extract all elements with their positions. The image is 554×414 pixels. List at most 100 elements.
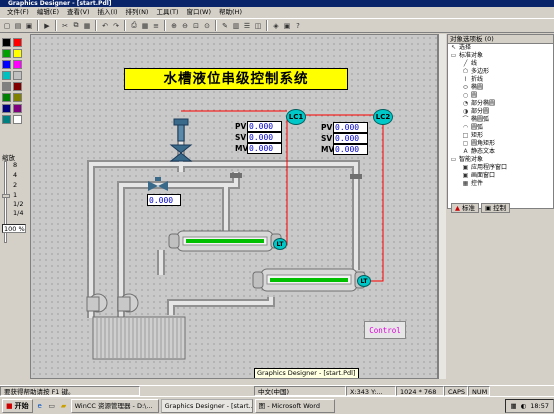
color-swatch[interactable] <box>13 93 22 102</box>
tree-item[interactable]: ▣ 画面窗口 <box>448 172 553 180</box>
screen-icon[interactable]: ▣ <box>282 21 292 31</box>
color-swatch[interactable] <box>13 82 22 91</box>
undo-icon[interactable]: ↶ <box>100 21 110 31</box>
pump-left <box>86 293 108 313</box>
grid-icon[interactable]: ▦ <box>140 21 150 31</box>
tree-item[interactable]: ▢ 圆角矩形 <box>448 140 553 148</box>
menu-arrange[interactable]: 排列(N) <box>122 7 153 18</box>
start-button[interactable]: ■ 开始 <box>2 398 33 413</box>
quicklaunch-desktop-icon[interactable]: ▭ <box>47 401 57 411</box>
lc1-sv-value[interactable]: 0.000 <box>247 132 282 143</box>
paste-icon[interactable]: ▦ <box>82 21 92 31</box>
zoom-tick: 1 <box>13 191 18 199</box>
tree-item[interactable]: ▭ 智能对象 <box>448 156 553 164</box>
zoom-fit-icon[interactable]: ⊡ <box>191 21 201 31</box>
tree-item[interactable]: □ 矩形 <box>448 132 553 140</box>
lt2-indicator[interactable]: LT <box>357 275 371 287</box>
tree-item[interactable]: ◔ 部分椭圆 <box>448 100 553 108</box>
open-icon[interactable]: ▤ <box>13 21 23 31</box>
menu-help[interactable]: 帮助(H) <box>215 7 246 18</box>
tree-item[interactable]: ◠ 圆弧 <box>448 124 553 132</box>
tags-icon[interactable]: ◫ <box>253 21 263 31</box>
tree-item[interactable]: ○ 圆 <box>448 92 553 100</box>
save-icon[interactable]: ▣ <box>24 21 34 31</box>
color-swatch[interactable] <box>13 49 22 58</box>
zoom-out-icon[interactable]: ⊖ <box>180 21 190 31</box>
color-swatch[interactable] <box>2 60 11 69</box>
tree-item[interactable]: ⬭ 椭圆 <box>448 84 553 92</box>
quicklaunch-ie-icon[interactable]: e <box>35 401 45 411</box>
lc2-mv-value[interactable]: 0.000 <box>333 144 368 155</box>
color-swatch[interactable] <box>2 93 11 102</box>
color-swatch[interactable] <box>2 49 11 58</box>
tree-item[interactable]: ▦ 控件 <box>448 180 553 188</box>
object-palette: 对象选项板 (0) ↖ 选择 ▭ 标准对象 ╱ 线 ⬠ 多边形 ⌇ 折线 ⬭ 椭圆 ○ 圆 ◔ 部分椭圆 ◑ 部分… <box>447 34 554 209</box>
redo-icon[interactable]: ↷ <box>111 21 121 31</box>
tree-item[interactable]: ↖ 选择 <box>448 44 553 52</box>
lc1-indicator[interactable]: LC1 <box>286 109 306 125</box>
task-graphics-designer[interactable]: Graphics Designer - [start... <box>160 398 253 413</box>
menu-edit[interactable]: 编辑(E) <box>33 7 63 18</box>
print-icon[interactable]: ⎙ <box>129 21 139 31</box>
tree-item[interactable]: ⬠ 多边形 <box>448 68 553 76</box>
tray-volume-icon[interactable]: ◐ <box>521 400 527 412</box>
lc1-mv-value[interactable]: 0.000 <box>247 143 282 154</box>
tray-clock: 18:57 <box>530 401 549 410</box>
color-swatch[interactable] <box>2 38 11 47</box>
library-icon[interactable]: ▥ <box>231 21 241 31</box>
task-word[interactable]: 图 - Microsoft Word <box>254 398 335 413</box>
color-swatch[interactable] <box>13 71 22 80</box>
control-button[interactable]: Control <box>364 321 406 339</box>
tray-network-icon[interactable]: ▦ <box>510 400 516 412</box>
tree-item-label: 部分椭圆 <box>471 100 496 107</box>
tree-item[interactable]: ◑ 部分圆 <box>448 108 553 116</box>
lc2-indicator[interactable]: LC2 <box>373 109 393 125</box>
diagram-title[interactable]: 水槽液位串级控制系统 <box>124 68 348 90</box>
lc2-pv-value[interactable]: 0.000 <box>333 122 368 133</box>
tree-item[interactable]: ╱ 线 <box>448 60 553 68</box>
run-icon[interactable]: ▶ <box>42 21 52 31</box>
menu-window[interactable]: 窗口(W) <box>183 7 216 18</box>
color-swatch[interactable] <box>13 38 22 47</box>
help-pointer-icon[interactable]: ? <box>293 21 303 31</box>
zoom-in-icon[interactable]: ⊕ <box>169 21 179 31</box>
menu-bar: 文件(F) 编辑(E) 查看(V) 插入(I) 排列(N) 工具(T) 窗口(W… <box>0 7 554 18</box>
tree-item[interactable]: ▭ 标准对象 <box>448 52 553 60</box>
align-icon[interactable]: ≡ <box>151 21 161 31</box>
new-icon[interactable]: ▢ <box>2 21 12 31</box>
tree-item[interactable]: ⌒ 椭圆弧 <box>448 116 553 124</box>
menu-tools[interactable]: 工具(T) <box>152 7 182 18</box>
tree-item[interactable]: ⌇ 折线 <box>448 76 553 84</box>
canvas-vertical-scrollbar[interactable] <box>438 34 446 379</box>
color-swatch[interactable] <box>2 82 11 91</box>
picture-canvas[interactable]: 水槽液位串级控制系统 LC1 PV 0.000 SV 0.000 MV 0.00… <box>31 35 437 378</box>
tab-controls[interactable]: ▣ 控制 <box>481 203 511 213</box>
tree-item[interactable]: ▣ 应用程序窗口 <box>448 164 553 172</box>
layers-icon[interactable]: ☰ <box>242 21 252 31</box>
properties-icon[interactable]: ✎ <box>220 21 230 31</box>
color-swatch[interactable] <box>2 115 11 124</box>
tab-standard[interactable]: ▲ 标准 <box>451 203 479 213</box>
menu-file[interactable]: 文件(F) <box>3 7 33 18</box>
tree-item[interactable]: A 静态文本 <box>448 148 553 156</box>
copy-icon[interactable]: ⧉ <box>71 21 81 31</box>
lc2-sv-value[interactable]: 0.000 <box>333 133 368 144</box>
color-swatch[interactable] <box>13 104 22 113</box>
dynamic-icon[interactable]: ◈ <box>271 21 281 31</box>
color-swatch[interactable] <box>2 104 11 113</box>
lc1-pv-value[interactable]: 0.000 <box>247 121 282 132</box>
task-wincc-explorer[interactable]: WinCC 资源管理器 - D:\... <box>70 398 159 413</box>
lt1-indicator[interactable]: LT <box>273 238 287 250</box>
valve-opening-value[interactable]: 0.000 <box>147 194 181 206</box>
cut-icon[interactable]: ✂ <box>60 21 70 31</box>
color-swatch[interactable] <box>13 115 22 124</box>
zoom-slider-thumb[interactable] <box>2 194 10 198</box>
menu-view[interactable]: 查看(V) <box>63 7 94 18</box>
zoom-icon[interactable]: ⊙ <box>202 21 212 31</box>
quicklaunch-folder-icon[interactable]: ▰ <box>59 401 69 411</box>
color-swatch[interactable] <box>13 60 22 69</box>
color-swatch[interactable] <box>2 71 11 80</box>
menu-insert[interactable]: 插入(I) <box>94 7 122 18</box>
tree-item-label: 圆弧 <box>471 124 484 131</box>
canvas-area[interactable]: 水槽液位串级控制系统 LC1 PV 0.000 SV 0.000 MV 0.00… <box>30 34 438 379</box>
